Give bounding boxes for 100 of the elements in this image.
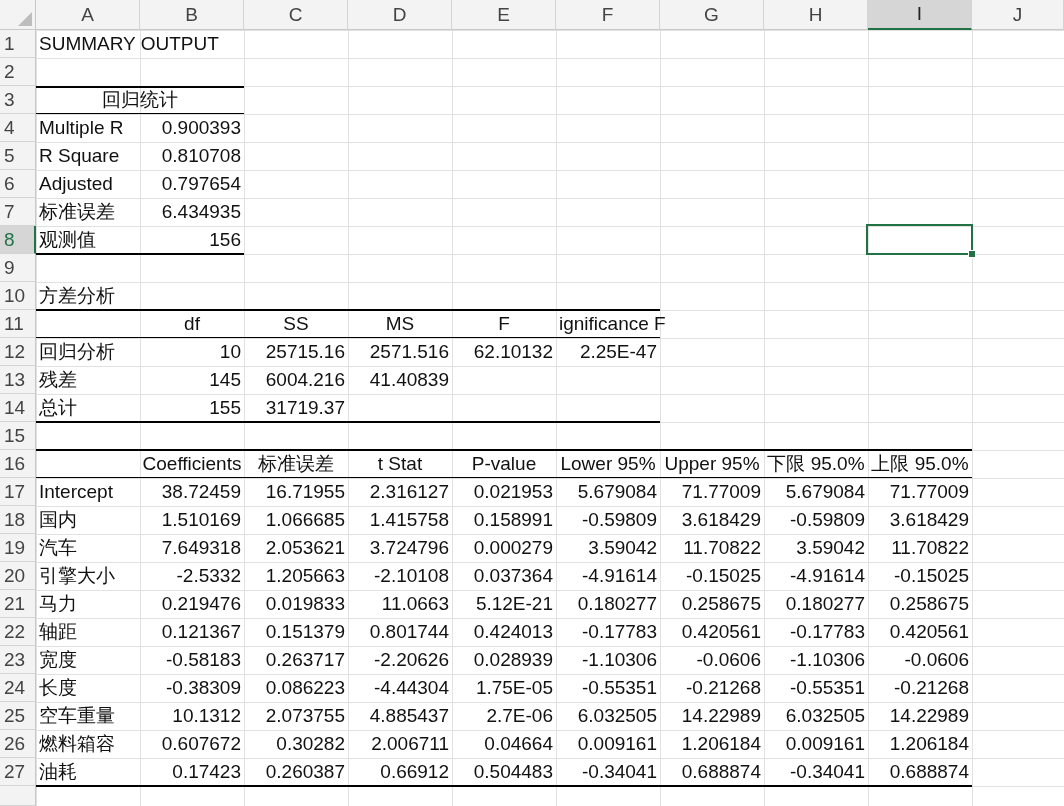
cell-text: 长度 bbox=[39, 677, 77, 699]
cell-text: -0.34041 bbox=[582, 761, 657, 783]
cell-text: 1.066685 bbox=[265, 509, 345, 531]
column-header[interactable]: A bbox=[36, 0, 140, 30]
cell-text: 1.206184 bbox=[681, 733, 761, 755]
column-header[interactable]: I bbox=[868, 0, 972, 30]
cell-text: 2.073755 bbox=[265, 705, 345, 727]
cell-text: MS bbox=[385, 313, 415, 335]
column-header[interactable]: F bbox=[556, 0, 660, 30]
column-header[interactable]: C bbox=[244, 0, 348, 30]
column-header[interactable]: D bbox=[348, 0, 452, 30]
row-header[interactable]: 26 bbox=[0, 730, 36, 758]
column-header[interactable]: H bbox=[764, 0, 868, 30]
cell-text: -4.44304 bbox=[374, 677, 449, 699]
cell-text: 0.688874 bbox=[681, 761, 761, 783]
cell-text: 0.000279 bbox=[473, 537, 553, 559]
cell-text: -1.10306 bbox=[790, 649, 865, 671]
row-header[interactable]: 18 bbox=[0, 506, 36, 534]
cell-text: Lower 95% bbox=[560, 453, 656, 475]
row-header[interactable]: 24 bbox=[0, 674, 36, 702]
row-header[interactable]: 22 bbox=[0, 618, 36, 646]
cell-text: 2.006711 bbox=[371, 733, 449, 755]
row-header[interactable]: 6 bbox=[0, 170, 36, 198]
cell-text: 0.263717 bbox=[265, 649, 345, 671]
cell-text: 0.151379 bbox=[265, 621, 345, 643]
column-header[interactable]: G bbox=[660, 0, 764, 30]
column-header[interactable]: E bbox=[452, 0, 556, 30]
cell-text: t Stat bbox=[377, 453, 423, 475]
cell-text: 国内 bbox=[39, 509, 77, 531]
cell-text: 5.679084 bbox=[577, 481, 657, 503]
row-header[interactable]: 5 bbox=[0, 142, 36, 170]
row-header[interactable]: 4 bbox=[0, 114, 36, 142]
row-header[interactable]: 14 bbox=[0, 394, 36, 422]
row-header[interactable]: 16 bbox=[0, 450, 36, 478]
cell-text: 0.086223 bbox=[265, 677, 345, 699]
cell-text: 10.1312 bbox=[172, 705, 241, 727]
cell-text: -0.58183 bbox=[166, 649, 241, 671]
cell-text: 总计 bbox=[39, 397, 77, 419]
cell-text: 0.607672 bbox=[161, 733, 241, 755]
row-header[interactable]: 1 bbox=[0, 30, 36, 58]
row-header[interactable]: 15 bbox=[0, 422, 36, 450]
cell-text: 145 bbox=[209, 369, 241, 391]
cell-text: 0.009161 bbox=[577, 733, 657, 755]
row-header[interactable]: 23 bbox=[0, 646, 36, 674]
cell-text: 标准误差 bbox=[258, 453, 334, 475]
row-header[interactable]: 11 bbox=[0, 310, 36, 338]
cell-text: 2.7E-06 bbox=[486, 705, 553, 727]
row-header[interactable]: 21 bbox=[0, 590, 36, 618]
fill-handle[interactable] bbox=[968, 250, 976, 258]
cell-text: 71.77009 bbox=[889, 481, 969, 503]
row-header[interactable]: 7 bbox=[0, 198, 36, 226]
cell-text: 1.510169 bbox=[161, 509, 241, 531]
cell-text: 2.25E-47 bbox=[579, 341, 657, 363]
cell-text: 观测值 bbox=[39, 229, 96, 251]
cell-text: ignificance F bbox=[559, 313, 666, 335]
cell-text: -0.0606 bbox=[696, 649, 761, 671]
row-header[interactable]: 13 bbox=[0, 366, 36, 394]
cell-text: 轴距 bbox=[39, 621, 77, 643]
column-header[interactable]: J bbox=[972, 0, 1064, 30]
cell-text: 1.415758 bbox=[369, 509, 449, 531]
cell-text: 油耗 bbox=[39, 761, 77, 783]
row-header[interactable] bbox=[0, 786, 36, 806]
cell-text: -0.55351 bbox=[790, 677, 865, 699]
cell-text: 回归统计 bbox=[102, 89, 178, 111]
cell-text: 62.10132 bbox=[473, 341, 553, 363]
cell-text: 6.434935 bbox=[161, 201, 241, 223]
cell-text: 2.053621 bbox=[265, 537, 345, 559]
row-header[interactable]: 12 bbox=[0, 338, 36, 366]
cell-text: 0.801744 bbox=[369, 621, 449, 643]
select-all-icon[interactable] bbox=[18, 12, 32, 26]
cell-text: Adjusted bbox=[39, 173, 113, 195]
row-header[interactable]: 19 bbox=[0, 534, 36, 562]
row-header[interactable]: 9 bbox=[0, 254, 36, 282]
row-header[interactable]: 25 bbox=[0, 702, 36, 730]
cell-text: 上限 95.0% bbox=[871, 453, 969, 475]
column-header[interactable]: B bbox=[140, 0, 244, 30]
row-header[interactable]: 10 bbox=[0, 282, 36, 310]
cell-text: -0.55351 bbox=[582, 677, 657, 699]
cell-text: 3.59042 bbox=[588, 537, 657, 559]
row-header[interactable]: 20 bbox=[0, 562, 36, 590]
cell-text: 5.679084 bbox=[785, 481, 865, 503]
cell-text: 燃料箱容 bbox=[39, 733, 115, 755]
cell-text: 1.205663 bbox=[265, 565, 345, 587]
row-header[interactable]: 8 bbox=[0, 226, 36, 254]
cell-text: 41.40839 bbox=[369, 369, 449, 391]
cell-text: df bbox=[184, 313, 200, 335]
cell-text: Coefficients bbox=[142, 453, 242, 475]
cell-text: Multiple R bbox=[39, 117, 124, 139]
cell-text: 标准误差 bbox=[39, 201, 115, 223]
cell-text: Upper 95% bbox=[664, 453, 760, 475]
row-header[interactable]: 2 bbox=[0, 58, 36, 86]
cell-text: 6.032505 bbox=[785, 705, 865, 727]
row-header[interactable]: 17 bbox=[0, 478, 36, 506]
cell-text: 10 bbox=[219, 341, 241, 363]
cell-text: 0.420561 bbox=[681, 621, 761, 643]
row-header[interactable]: 3 bbox=[0, 86, 36, 114]
cell-text: -0.17783 bbox=[582, 621, 657, 643]
cell-text: -0.59809 bbox=[582, 509, 657, 531]
row-header[interactable]: 27 bbox=[0, 758, 36, 786]
cell-text: Intercept bbox=[39, 481, 113, 503]
